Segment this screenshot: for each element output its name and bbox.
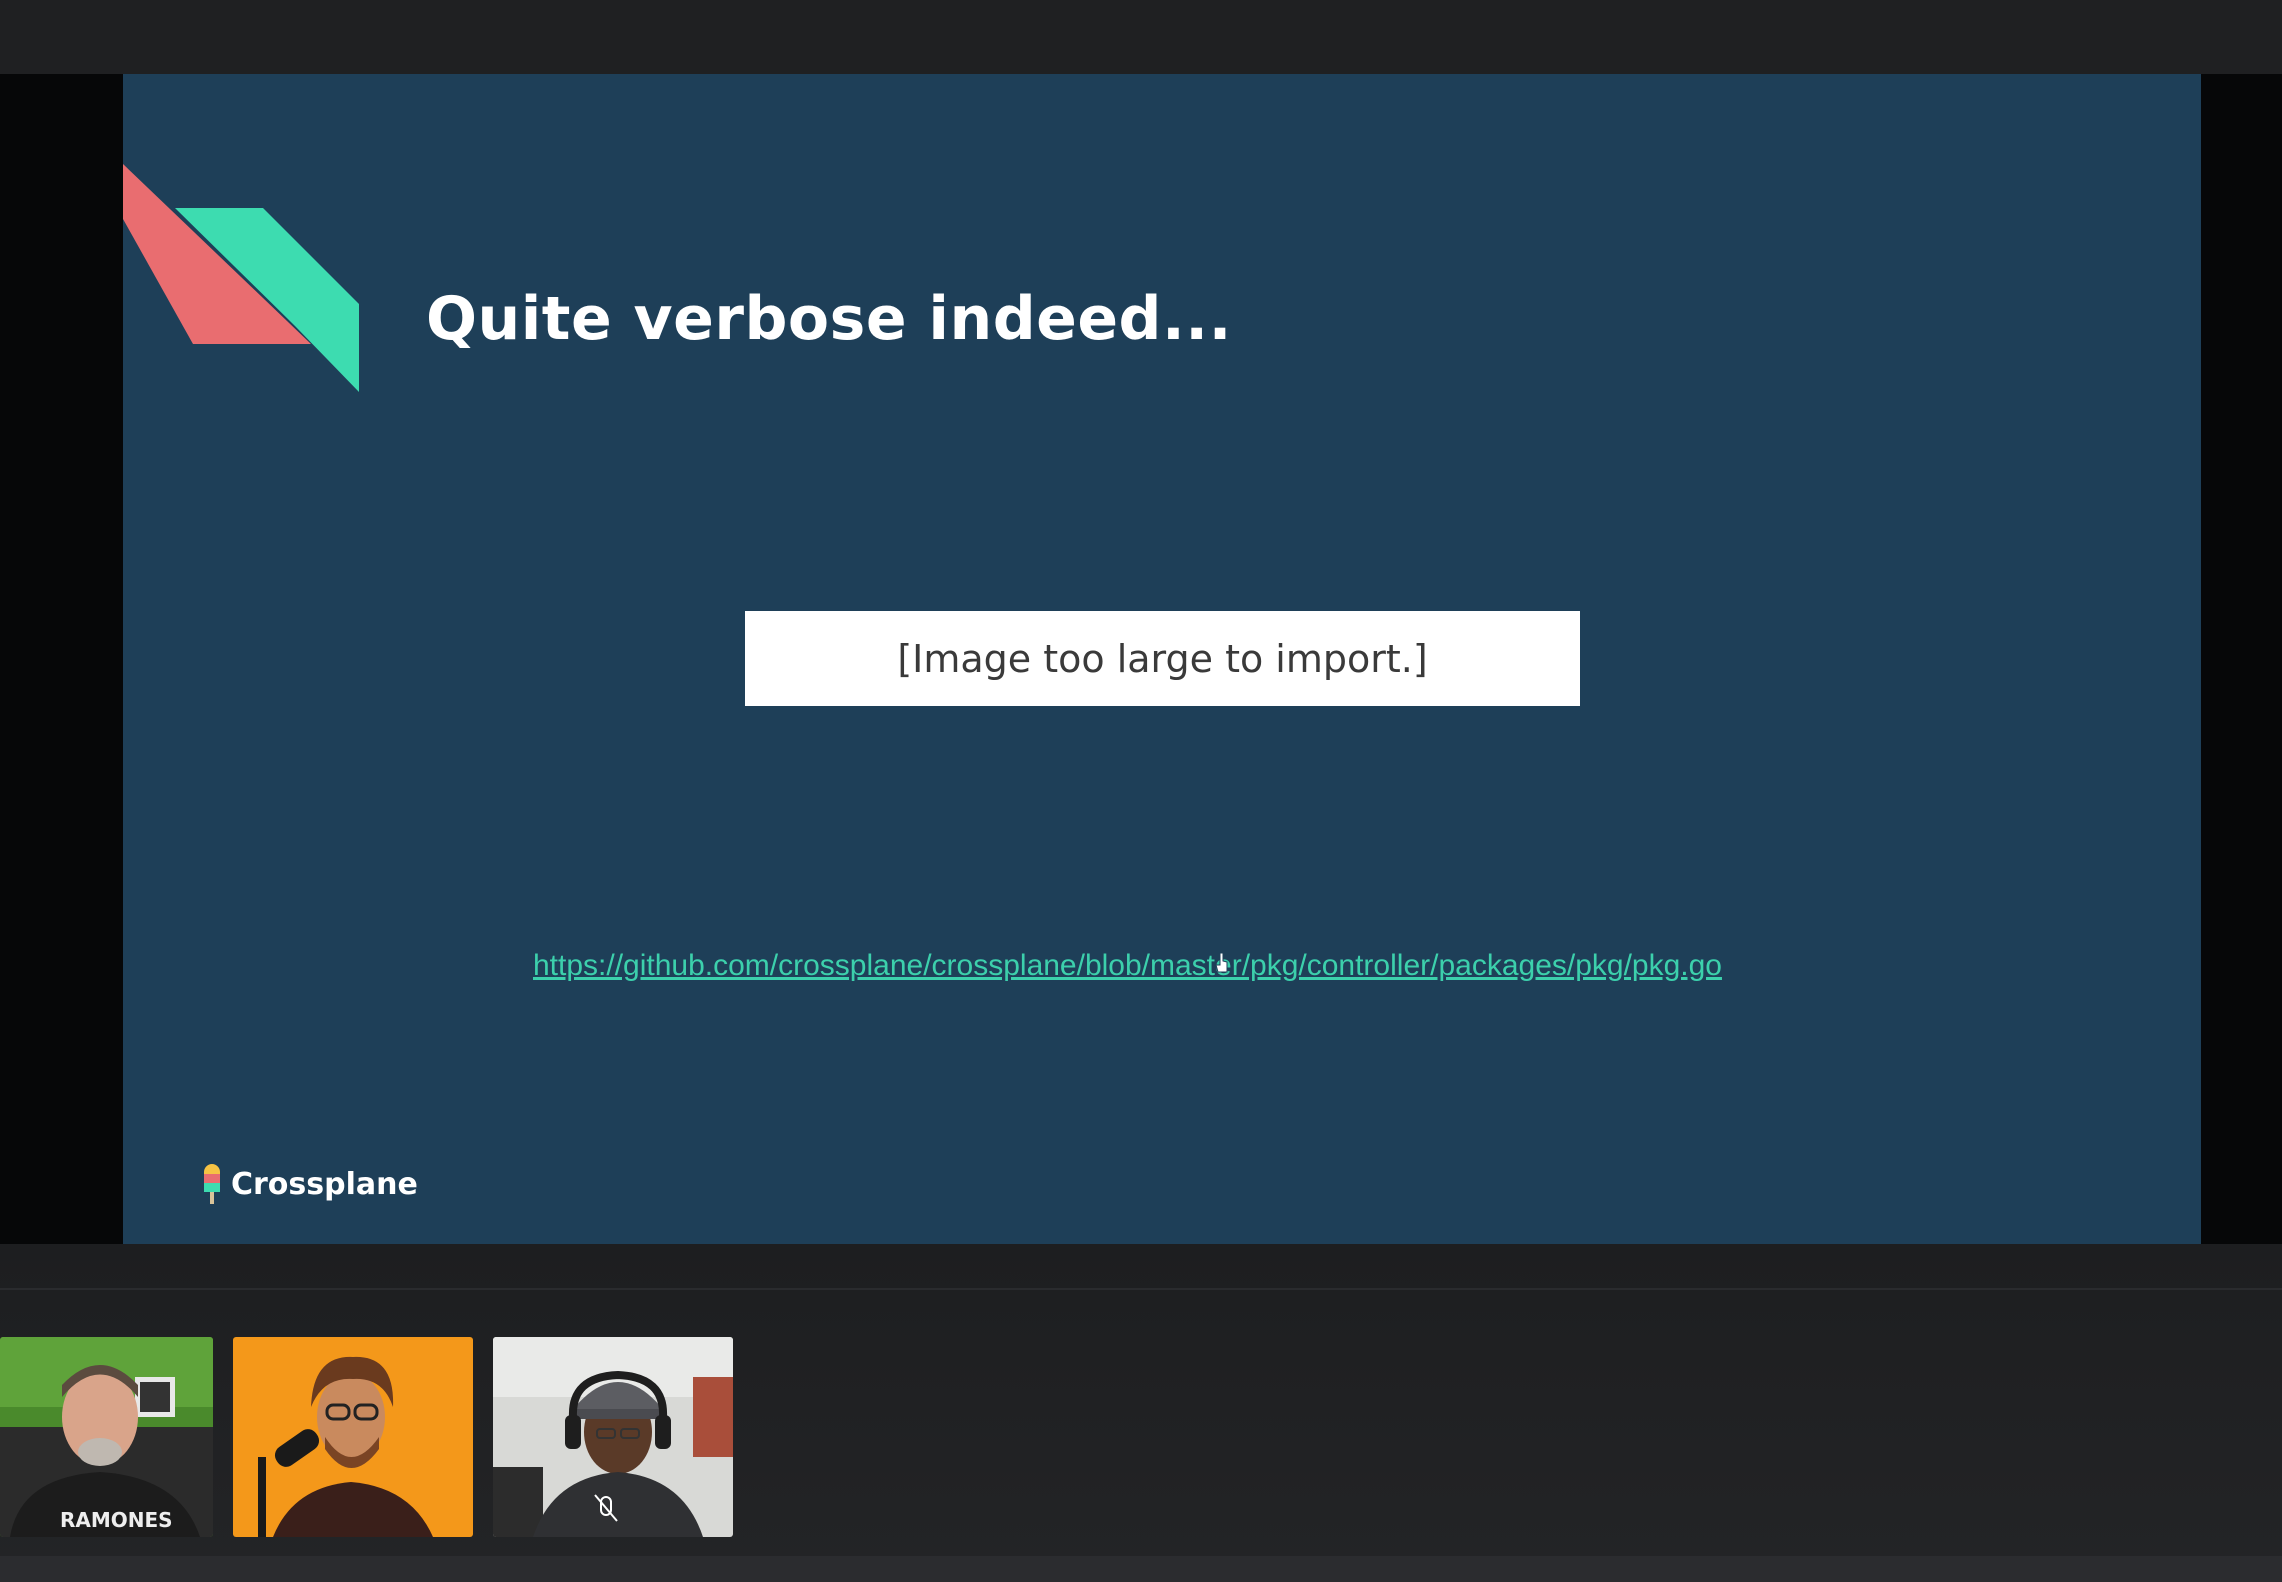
participant-video-tile[interactable]: RAMONES [0, 1337, 213, 1537]
svg-text:RAMONES: RAMONES [60, 1508, 173, 1532]
meeting-bottom-bar [0, 1556, 2282, 1582]
brand-name: Crossplane [231, 1166, 418, 1202]
participant-1-video: RAMONES [0, 1337, 213, 1537]
image-placeholder: [Image too large to import.] [745, 611, 1580, 706]
participant-video-tile[interactable] [493, 1337, 733, 1537]
github-link[interactable]: https://github.com/crossplane/crossplane… [533, 949, 1722, 983]
filmstrip-divider [0, 1288, 2282, 1290]
participant-3-video [493, 1337, 733, 1537]
image-placeholder-text: [Image too large to import.] [897, 636, 1428, 681]
slide-accent-graphic [123, 164, 359, 392]
brand-logo: Crossplane [201, 1164, 418, 1204]
slide-title: Quite verbose indeed... [426, 284, 1232, 354]
presentation-slide: Quite verbose indeed... [Image too large… [123, 74, 2201, 1244]
participant-video-tile[interactable] [233, 1337, 473, 1537]
popsicle-icon [204, 1164, 220, 1204]
meeting-top-bar [0, 0, 2282, 74]
participant-filmstrip: RAMONES [0, 1244, 2282, 1564]
participant-2-video [233, 1337, 473, 1537]
hand-cursor-icon [1215, 952, 1228, 973]
